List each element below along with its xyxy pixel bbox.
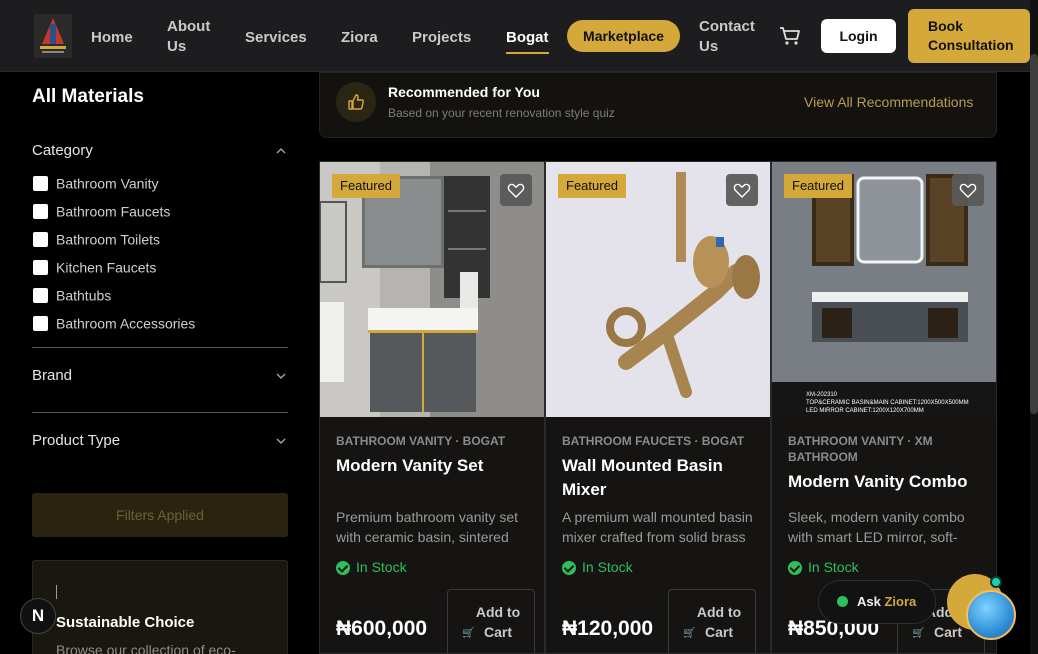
stock-label: In Stock — [582, 559, 633, 575]
marketplace-button[interactable]: Marketplace — [567, 20, 680, 52]
nav-services[interactable]: Services — [245, 28, 307, 48]
sustainable-card[interactable] — [32, 560, 288, 654]
category-option-label: Kitchen Faucets — [56, 259, 157, 276]
recommendation-subtitle: Based on your recent renovation style qu… — [388, 106, 615, 120]
filter-category-header[interactable]: Category — [32, 142, 288, 159]
nav-bogat[interactable]: Bogat — [506, 28, 549, 54]
product-name[interactable]: Wall Mounted Basin Mixer — [562, 454, 762, 502]
product-description: Premium bathroom vanity set with ceramic… — [336, 509, 519, 545]
category-option[interactable]: Bathtubs — [33, 286, 112, 304]
cart-icon[interactable] — [779, 26, 801, 46]
category-option-label: Bathroom Toilets — [56, 231, 161, 248]
category-option-label: Bathroom Vanity — [56, 175, 159, 192]
cart-icon: 🛒 — [683, 628, 696, 639]
product-description: Sleek, modern vanity combo with smart LE… — [788, 509, 965, 545]
checkbox[interactable] — [33, 231, 48, 247]
featured-badge: Featured — [558, 174, 627, 198]
product-description: A premium wall mounted basin mixer craft… — [562, 509, 753, 545]
product-category: BATHROOM FAUCETS · BOGAT — [562, 434, 745, 448]
notification-dot-icon — [990, 576, 1002, 588]
checkbox[interactable] — [33, 175, 48, 191]
category-option[interactable]: Bathroom Faucets — [33, 202, 171, 220]
ziora-label: Ziora — [884, 594, 917, 609]
image-caption: TOP&CERAMIC BASIN&MAIN CABINET:1200X500X… — [806, 400, 969, 406]
sustainable-title: Sustainable Choice — [56, 614, 195, 631]
category-option-label: Bathroom Accessories — [56, 315, 196, 332]
check-circle-icon — [788, 561, 802, 576]
filter-brand-label: Brand — [32, 367, 73, 384]
filter-brand-header[interactable]: Brand — [32, 367, 288, 384]
category-option[interactable]: Kitchen Faucets — [33, 258, 157, 276]
filter-product-type-header[interactable]: Product Type — [32, 432, 288, 449]
cart-icon: 🛒 — [912, 628, 925, 639]
filters-applied-button[interactable]: Filters Applied — [32, 493, 288, 537]
category-option[interactable]: Bathroom Toilets — [33, 230, 161, 248]
product-category: BATHROOM VANITY · XM BATHROOM — [788, 434, 933, 464]
company-logo[interactable] — [34, 14, 72, 58]
checkbox[interactable] — [33, 315, 48, 331]
category-option[interactable]: Bathroom Accessories — [33, 314, 196, 332]
heart-icon[interactable] — [726, 174, 758, 206]
online-dot-icon — [837, 596, 848, 607]
recommendation-title: Recommended for You — [388, 84, 540, 100]
filter-product-type-label: Product Type — [32, 432, 121, 449]
thumbs-up-icon — [336, 82, 376, 122]
text-cursor — [56, 585, 57, 599]
chevron-down-icon — [276, 438, 286, 444]
add-to-cart-button[interactable]: 🛒 Add to Cart — [668, 589, 756, 653]
stock-status: In Stock — [562, 559, 633, 576]
stock-status: In Stock — [788, 559, 859, 576]
nav-about[interactable]: About Us — [167, 17, 227, 57]
featured-badge: Featured — [784, 174, 853, 198]
scrollbar-thumb[interactable] — [1030, 54, 1038, 414]
category-option[interactable]: Bathroom Vanity — [33, 174, 159, 192]
image-caption: LED MIRROR CABINET:1200X120X700MM — [806, 408, 924, 414]
featured-badge: Featured — [332, 174, 401, 198]
product-card[interactable]: Featured BATHROOM VANITY · BOGAT Modern … — [319, 161, 545, 654]
next-badge[interactable]: N — [20, 598, 56, 634]
add-to-cart-button[interactable]: 🛒 Add to Cart — [447, 589, 535, 653]
heart-icon[interactable] — [952, 174, 984, 206]
product-category: BATHROOM VANITY · BOGAT — [336, 434, 506, 448]
filter-category-label: Category — [32, 142, 93, 159]
sidebar-title: All Materials — [32, 86, 144, 107]
globe-avatar-icon[interactable] — [966, 590, 1016, 640]
stock-label: In Stock — [808, 559, 859, 575]
product-name[interactable]: Modern Vanity Combo — [788, 470, 988, 494]
nav-home[interactable]: Home — [91, 28, 133, 48]
stock-status: In Stock — [336, 559, 407, 576]
ask-label: Ask — [857, 594, 881, 609]
product-card[interactable]: Featured BATHROOM FAUCETS · BOGAT Wall M… — [545, 161, 771, 654]
nav-projects[interactable]: Projects — [412, 28, 471, 48]
category-option-label: Bathtubs — [56, 287, 112, 304]
check-circle-icon — [336, 561, 350, 576]
product-name[interactable]: Modern Vanity Set — [336, 454, 536, 478]
checkbox[interactable] — [33, 287, 48, 303]
checkbox[interactable] — [33, 203, 48, 219]
chevron-up-icon — [276, 148, 286, 154]
product-price: ₦120,000 — [562, 617, 654, 640]
nav-contact[interactable]: Contact Us — [699, 17, 761, 57]
stock-label: In Stock — [356, 559, 407, 575]
cart-icon: 🛒 — [462, 628, 475, 639]
heart-icon[interactable] — [500, 174, 532, 206]
checkbox[interactable] — [33, 259, 48, 275]
nav-ziora[interactable]: Ziora — [341, 28, 378, 48]
product-price: ₦600,000 — [336, 617, 428, 640]
chevron-down-icon — [276, 373, 286, 379]
image-caption: XM-202310 — [806, 392, 838, 398]
divider — [32, 347, 288, 348]
ask-ziora-button[interactable]: Ask Ziora — [818, 580, 936, 624]
book-consultation-button[interactable]: Book Consultation — [908, 9, 1030, 63]
divider — [32, 412, 288, 413]
category-option-label: Bathroom Faucets — [56, 203, 171, 220]
view-all-recommendations-link[interactable]: View All Recommendations — [804, 94, 973, 110]
login-button[interactable]: Login — [821, 19, 896, 53]
sustainable-subtitle: Browse our collection of eco- — [56, 642, 236, 654]
check-circle-icon — [562, 561, 576, 576]
